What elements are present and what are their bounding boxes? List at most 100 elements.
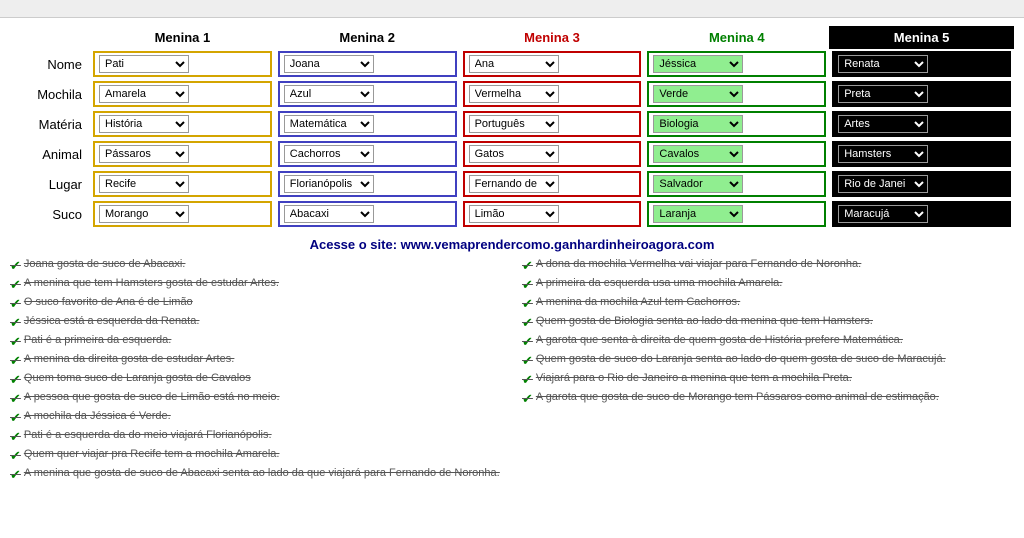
- select-4-0[interactable]: Recife: [99, 175, 189, 193]
- select-4-2[interactable]: Fernando de: [469, 175, 559, 193]
- clue-check-icon: ✔: [522, 353, 533, 369]
- clue-item: ✔A menina que tem Hamsters gosta de estu…: [10, 277, 502, 293]
- cell-3-4: Hamsters: [829, 139, 1014, 169]
- cell-1-0: Amarela: [90, 79, 275, 109]
- cell-wrapper-4-4: Rio de Janei: [832, 171, 1011, 197]
- select-2-0[interactable]: História: [99, 115, 189, 133]
- select-5-3[interactable]: Laranja: [653, 205, 743, 223]
- cell-5-4: Maracujá: [829, 199, 1014, 229]
- clue-text: Viajará para o Rio de Janeiro a menina q…: [536, 372, 852, 384]
- clue-item: ✔Quem toma suco de Laranja gosta de Cava…: [10, 372, 502, 388]
- cell-2-2: Português: [460, 109, 645, 139]
- clue-item: ✔Pati é a primeira da esquerda.: [10, 334, 502, 350]
- clue-check-icon: ✔: [10, 410, 21, 426]
- select-3-0[interactable]: Pássaros: [99, 145, 189, 163]
- cell-wrapper-3-3: Cavalos: [647, 141, 826, 167]
- select-4-4[interactable]: Rio de Janei: [838, 175, 928, 193]
- clue-item: ✔A primeira da esquerda usa uma mochila …: [522, 277, 1014, 293]
- clue-check-icon: ✔: [10, 258, 21, 274]
- cell-2-1: Matemática: [275, 109, 460, 139]
- select-0-3[interactable]: Jéssica: [653, 55, 743, 73]
- select-4-1[interactable]: Florianópolis: [284, 175, 374, 193]
- cell-4-0: Recife: [90, 169, 275, 199]
- cell-4-1: Florianópolis: [275, 169, 460, 199]
- cell-wrapper-2-3: Biologia: [647, 111, 826, 137]
- select-3-4[interactable]: Hamsters: [838, 145, 928, 163]
- clue-text: A mochila da Jéssica é Verde.: [24, 410, 171, 422]
- clue-item: ✔Jéssica está a esquerda da Renata.: [10, 315, 502, 331]
- select-1-0[interactable]: Amarela: [99, 85, 189, 103]
- cell-5-2: Limão: [460, 199, 645, 229]
- clue-item: ✔Quem quer viajar pra Recife tem a mochi…: [10, 448, 502, 464]
- select-5-0[interactable]: Morango: [99, 205, 189, 223]
- clue-check-icon: ✔: [10, 277, 21, 293]
- col-header-4: Menina 4: [644, 26, 829, 49]
- select-2-3[interactable]: Biologia: [653, 115, 743, 133]
- cell-3-0: Pássaros: [90, 139, 275, 169]
- puzzle-row-0: NomePatiJoanaAnaJéssicaRenata: [10, 49, 1014, 79]
- cell-wrapper-3-4: Hamsters: [832, 141, 1011, 167]
- select-2-2[interactable]: Português: [469, 115, 559, 133]
- cell-0-4: Renata: [829, 49, 1014, 79]
- clue-text: Pati é a esquerda da do meio viajará Flo…: [24, 429, 272, 441]
- select-0-1[interactable]: Joana: [284, 55, 374, 73]
- select-5-1[interactable]: Abacaxi: [284, 205, 374, 223]
- clue-check-icon: ✔: [10, 315, 21, 331]
- clue-text: A menina que tem Hamsters gosta de estud…: [24, 277, 279, 289]
- cell-3-2: Gatos: [460, 139, 645, 169]
- select-3-3[interactable]: Cavalos: [653, 145, 743, 163]
- cell-1-4: Preta: [829, 79, 1014, 109]
- cell-wrapper-1-4: Preta: [832, 81, 1011, 107]
- select-1-1[interactable]: Azul: [284, 85, 374, 103]
- select-2-1[interactable]: Matemática: [284, 115, 374, 133]
- clue-check-icon: ✔: [522, 296, 533, 312]
- clue-text: A menina da direita gosta de estudar Art…: [24, 353, 234, 365]
- clue-item: ✔A mochila da Jéssica é Verde.: [10, 410, 502, 426]
- select-5-4[interactable]: Maracujá: [838, 205, 928, 223]
- select-1-3[interactable]: Verde: [653, 85, 743, 103]
- puzzle-row-4: LugarRecifeFlorianópolisFernando deSalva…: [10, 169, 1014, 199]
- col-header-3: Menina 3: [460, 26, 645, 49]
- clue-text: A garota que senta à direita de quem gos…: [536, 334, 903, 346]
- select-4-3[interactable]: Salvador: [653, 175, 743, 193]
- select-1-2[interactable]: Vermelha: [469, 85, 559, 103]
- clues-right-col: ✔A dona da mochila Vermelha vai viajar p…: [522, 258, 1014, 486]
- select-0-2[interactable]: Ana: [469, 55, 559, 73]
- cell-wrapper-1-3: Verde: [647, 81, 826, 107]
- clues-section: ✔Joana gosta de suco de Abacaxi.✔A menin…: [10, 258, 1014, 486]
- clues-left-col: ✔Joana gosta de suco de Abacaxi.✔A menin…: [10, 258, 502, 486]
- cell-wrapper-5-3: Laranja: [647, 201, 826, 227]
- cell-4-4: Rio de Janei: [829, 169, 1014, 199]
- select-3-1[interactable]: Cachorros: [284, 145, 374, 163]
- clue-text: O suco favorito de Ana é de Limão: [24, 296, 193, 308]
- clue-text: A menina da mochila Azul tem Cachorros.: [536, 296, 740, 308]
- select-0-4[interactable]: Renata: [838, 55, 928, 73]
- clue-item: ✔Quem gosta de Biologia senta ao lado da…: [522, 315, 1014, 331]
- clue-item: ✔A menina da direita gosta de estudar Ar…: [10, 353, 502, 369]
- cell-5-1: Abacaxi: [275, 199, 460, 229]
- top-bar: [0, 0, 1024, 18]
- clue-check-icon: ✔: [10, 296, 21, 312]
- clue-item: ✔Joana gosta de suco de Abacaxi.: [10, 258, 502, 274]
- puzzle-row-1: MochilaAmarelaAzulVermelhaVerdePreta: [10, 79, 1014, 109]
- select-2-4[interactable]: Artes: [838, 115, 928, 133]
- row-label-2: Matéria: [10, 109, 90, 139]
- cell-wrapper-3-1: Cachorros: [278, 141, 457, 167]
- clue-check-icon: ✔: [522, 391, 533, 407]
- select-3-2[interactable]: Gatos: [469, 145, 559, 163]
- select-0-0[interactable]: Pati: [99, 55, 189, 73]
- cell-wrapper-0-4: Renata: [832, 51, 1011, 77]
- clue-check-icon: ✔: [10, 391, 21, 407]
- cell-3-1: Cachorros: [275, 139, 460, 169]
- clue-check-icon: ✔: [522, 315, 533, 331]
- clue-text: Quem quer viajar pra Recife tem a mochil…: [24, 448, 280, 460]
- cell-1-2: Vermelha: [460, 79, 645, 109]
- puzzle-row-2: Matéria História Matemática Português Biolog…: [10, 109, 1014, 139]
- promo-text: Acesse o site: www.vemaprendercomo.ganha…: [10, 237, 1014, 252]
- cell-wrapper-2-0: História: [93, 111, 272, 137]
- cell-wrapper-4-2: Fernando de: [463, 171, 642, 197]
- select-1-4[interactable]: Preta: [838, 85, 928, 103]
- cell-wrapper-2-1: Matemática: [278, 111, 457, 137]
- select-5-2[interactable]: Limão: [469, 205, 559, 223]
- clue-text: Pati é a primeira da esquerda.: [24, 334, 171, 346]
